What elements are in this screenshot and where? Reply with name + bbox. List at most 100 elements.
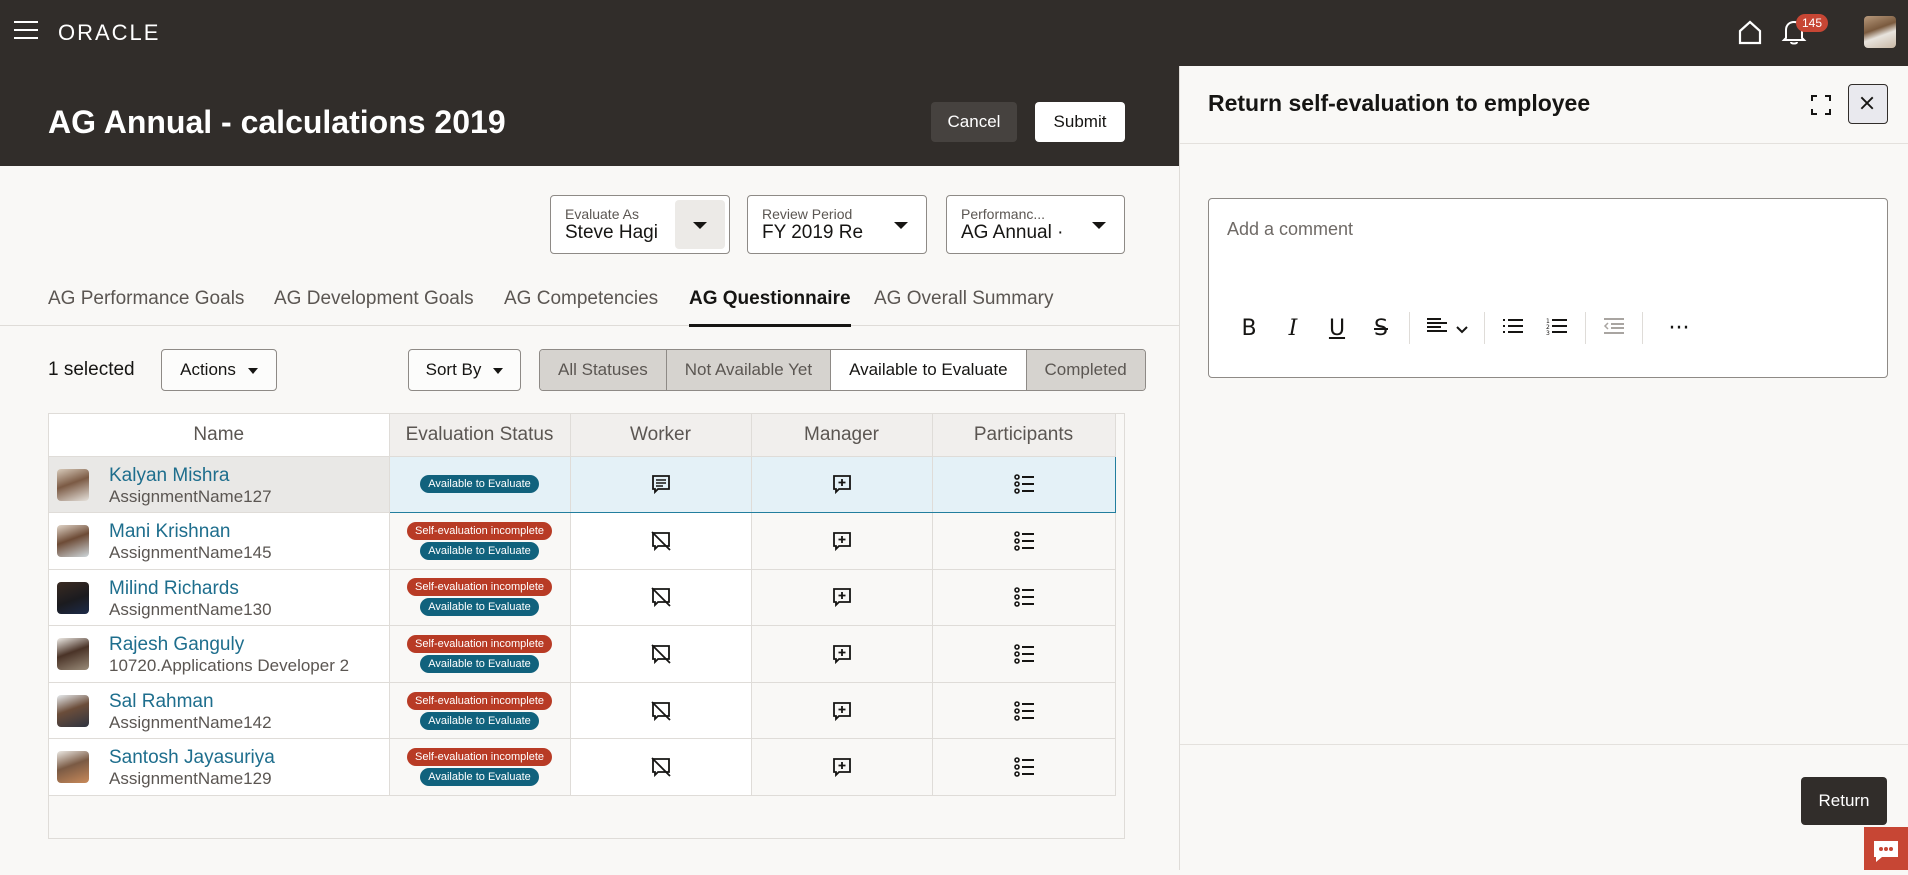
user-avatar[interactable] — [1864, 16, 1896, 48]
column-header-participants[interactable]: Participants — [932, 414, 1116, 457]
numbered-list-icon[interactable]: 123 — [1535, 316, 1579, 341]
comment-add-icon[interactable] — [831, 473, 853, 495]
toolbar-separator — [1585, 312, 1586, 344]
status-badge: Self-evaluation incomplete — [406, 691, 553, 710]
align-left-dropdown[interactable] — [1416, 316, 1478, 341]
column-header-name[interactable]: Name — [49, 414, 390, 457]
employee-name-link[interactable]: Mani Krishnan — [109, 521, 230, 543]
employee-name-link[interactable]: Milind Richards — [109, 578, 239, 600]
participants-list-icon[interactable] — [1013, 700, 1035, 722]
table-row[interactable]: Mani Krishnan AssignmentName145 Self-eva… — [49, 512, 1116, 570]
sort-by-button[interactable]: Sort By — [408, 349, 521, 391]
more-options-icon[interactable]: ··· — [1649, 316, 1709, 341]
page-title: AG Annual - calculations 2019 — [48, 104, 506, 140]
submit-button[interactable]: Submit — [1035, 102, 1125, 142]
participants-cell — [932, 682, 1116, 740]
tab-performance-goals[interactable]: AG Performance Goals — [48, 288, 244, 310]
divider — [1180, 143, 1908, 144]
return-self-evaluation-drawer: Return self-evaluation to employee Add a… — [1179, 66, 1908, 870]
evaluation-status-cell: Self-evaluation incomplete Available to E… — [389, 682, 571, 740]
name-cell: Milind Richards AssignmentName130 — [49, 569, 390, 627]
table-row[interactable]: Rajesh Ganguly 10720.Applications Develo… — [49, 625, 1116, 683]
table-row[interactable]: Sal Rahman AssignmentName142 Self-evalua… — [49, 682, 1116, 740]
column-header-evaluation-status[interactable]: Evaluation Status — [389, 414, 571, 457]
manager-cell — [751, 512, 933, 570]
column-header-manager[interactable]: Manager — [751, 414, 933, 457]
employee-name-link[interactable]: Rajesh Ganguly — [109, 634, 244, 656]
name-cell: Kalyan Mishra AssignmentName127 — [49, 456, 390, 514]
column-header-worker[interactable]: Worker — [570, 414, 752, 457]
filter-all-statuses[interactable]: All Statuses — [540, 350, 667, 390]
participants-list-icon[interactable] — [1013, 643, 1035, 665]
bulleted-list-icon[interactable] — [1491, 316, 1535, 341]
evaluation-status-cell: Self-evaluation incomplete Available to E… — [389, 625, 571, 683]
employee-name-link[interactable]: Kalyan Mishra — [109, 465, 229, 487]
actions-menu-button[interactable]: Actions — [161, 349, 277, 391]
worker-cell — [570, 738, 752, 797]
employee-name-link[interactable]: Sal Rahman — [109, 691, 214, 713]
status-badge: Self-evaluation incomplete — [406, 748, 553, 767]
cancel-button[interactable]: Cancel — [931, 102, 1017, 142]
notification-count-badge: 145 — [1796, 14, 1829, 32]
comment-off-icon[interactable] — [650, 586, 672, 608]
menu-icon[interactable] — [14, 21, 38, 41]
table-row[interactable]: Santosh Jayasuriya AssignmentName129 Sel… — [49, 738, 1116, 797]
selected-count: 1 selected — [48, 359, 135, 380]
comment-icon[interactable] — [650, 473, 672, 495]
tab-overall-summary[interactable]: AG Overall Summary — [874, 288, 1053, 310]
review-period-select[interactable]: Review Period FY 2019 Re — [747, 195, 927, 254]
participants-list-icon[interactable] — [1013, 756, 1035, 778]
tab-questionnaire[interactable]: AG Questionnaire — [689, 288, 851, 327]
tab-competencies[interactable]: AG Competencies — [504, 288, 658, 310]
worker-cell — [570, 512, 752, 570]
drawer-title: Return self-evaluation to employee — [1208, 90, 1591, 116]
expand-icon[interactable] — [1810, 94, 1832, 116]
close-drawer-button[interactable] — [1848, 84, 1888, 124]
filter-available-to-evaluate[interactable]: Available to Evaluate — [831, 350, 1027, 390]
table-row[interactable]: Milind Richards AssignmentName130 Self-e… — [49, 569, 1116, 627]
worker-cell — [570, 682, 752, 740]
caret-down-icon — [247, 367, 258, 374]
comment-placeholder: Add a comment — [1227, 219, 1354, 239]
comment-off-icon[interactable] — [650, 756, 672, 778]
comment-off-icon[interactable] — [650, 530, 672, 552]
assignment-name: AssignmentName130 — [109, 599, 272, 619]
evaluate-as-select[interactable]: Evaluate As Steve Hagi — [550, 195, 730, 254]
status-badge: Available to Evaluate — [420, 655, 539, 674]
comment-off-icon[interactable] — [650, 700, 672, 722]
outdent-icon[interactable] — [1592, 316, 1636, 341]
chat-button[interactable] — [1864, 827, 1908, 870]
oracle-logo: ORACLE — [58, 20, 161, 45]
participants-list-icon[interactable] — [1013, 586, 1035, 608]
tab-development-goals[interactable]: AG Development Goals — [274, 288, 474, 310]
manager-cell — [751, 682, 933, 740]
employee-name-link[interactable]: Santosh Jayasuriya — [109, 747, 275, 769]
manager-cell — [751, 455, 933, 514]
comment-add-icon[interactable] — [831, 756, 853, 778]
performance-document-value: AG Annual · — [961, 222, 1064, 243]
bold-icon[interactable]: B — [1227, 316, 1271, 341]
table-row[interactable]: Kalyan Mishra AssignmentName127 Availabl… — [49, 455, 1116, 514]
chat-icon — [1874, 841, 1898, 862]
comment-add-icon[interactable] — [831, 700, 853, 722]
return-button[interactable]: Return — [1801, 777, 1887, 825]
evaluate-as-label: Evaluate As — [565, 206, 639, 222]
comment-add-icon[interactable] — [831, 586, 853, 608]
participants-list-icon[interactable] — [1013, 473, 1035, 495]
strikethrough-icon[interactable]: S — [1359, 316, 1403, 341]
underline-icon[interactable]: U — [1315, 316, 1359, 341]
italic-icon[interactable]: I — [1271, 316, 1315, 341]
comment-add-icon[interactable] — [831, 643, 853, 665]
comment-add-icon[interactable] — [831, 530, 853, 552]
filter-not-available-yet[interactable]: Not Available Yet — [666, 350, 832, 390]
evaluate-as-dropdown-button[interactable] — [675, 200, 725, 249]
performance-document-select[interactable]: Performanc... AG Annual · — [946, 195, 1125, 254]
filter-completed[interactable]: Completed — [1026, 350, 1145, 390]
status-badge: Self-evaluation incomplete — [406, 578, 553, 597]
avatar — [57, 468, 89, 501]
comment-editor[interactable]: Add a comment B I U S 123 ··· — [1208, 198, 1888, 378]
home-icon[interactable] — [1736, 18, 1764, 46]
participants-list-icon[interactable] — [1013, 530, 1035, 552]
toolbar-separator — [1409, 312, 1410, 344]
comment-off-icon[interactable] — [650, 643, 672, 665]
